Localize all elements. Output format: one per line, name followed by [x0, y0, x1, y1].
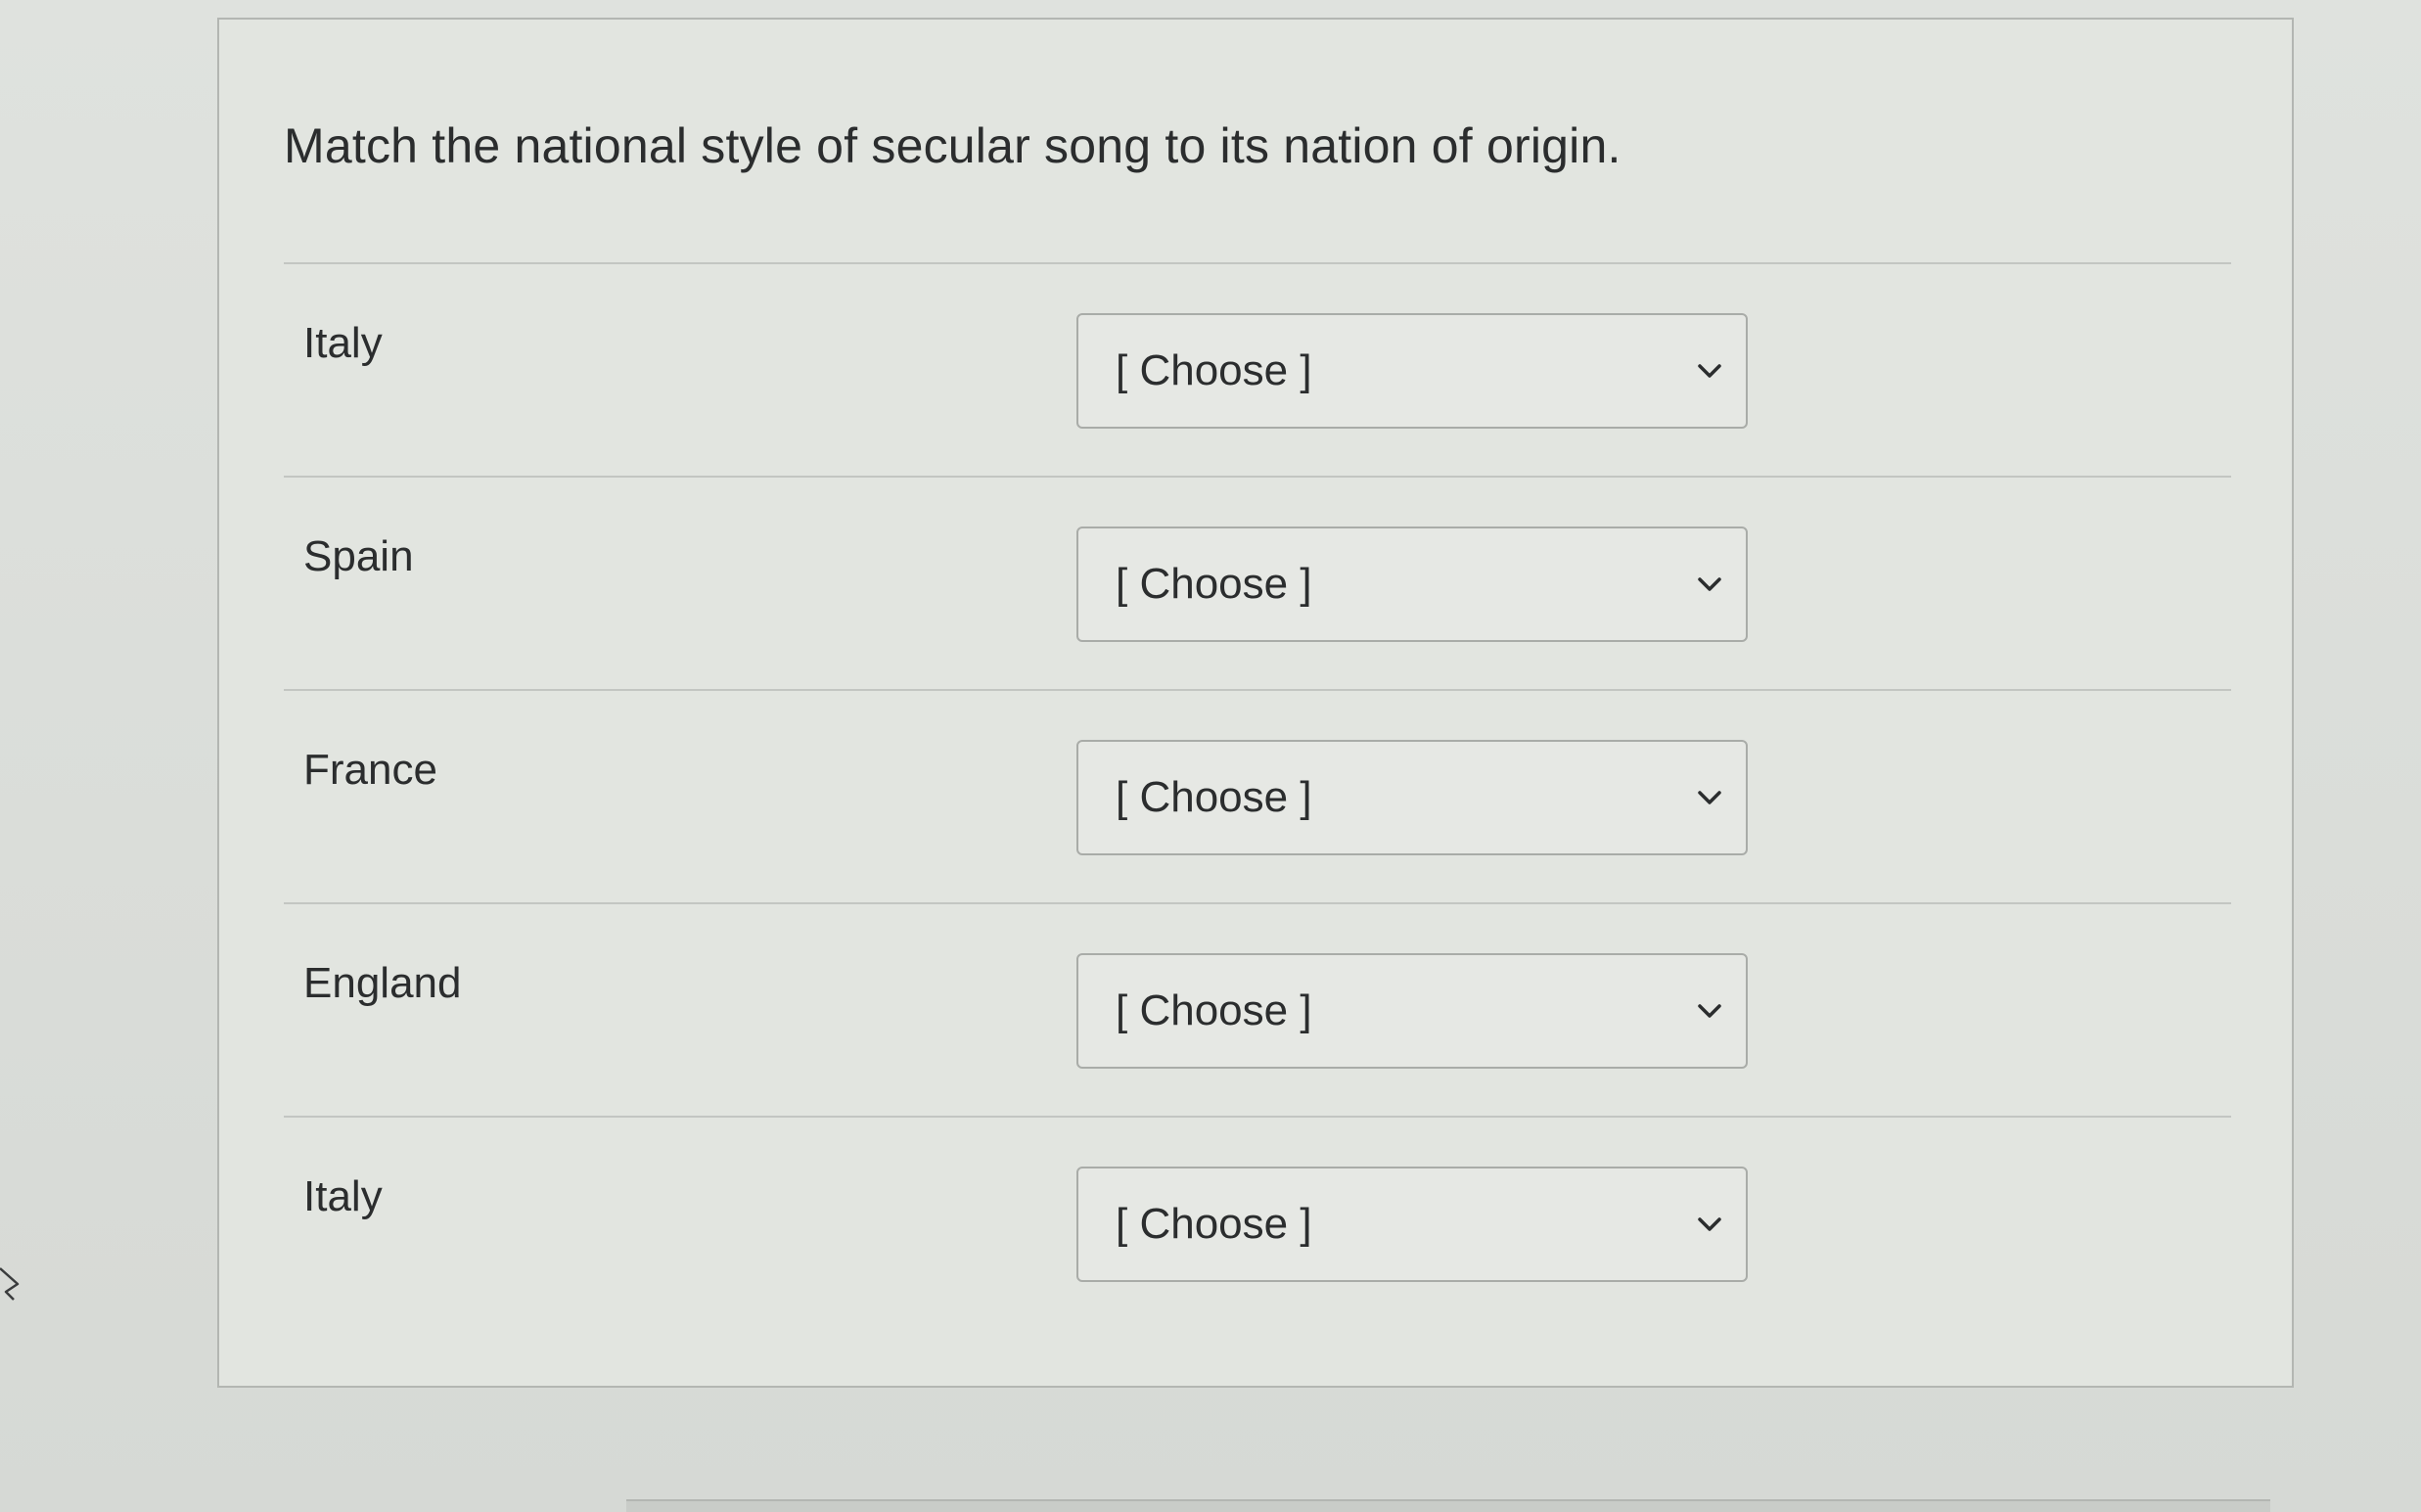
- match-row: France [ Choose ]: [284, 691, 2231, 904]
- chevron-down-icon: [1698, 1217, 1721, 1231]
- chevron-down-icon: [1698, 364, 1721, 378]
- chevron-down-icon: [1698, 577, 1721, 591]
- match-row-label: Italy: [303, 1172, 383, 1220]
- matching-question-card: Match the national style of secular song…: [217, 18, 2294, 1388]
- page: Match the national style of secular song…: [0, 0, 2421, 1512]
- answer-select[interactable]: [ Choose ]: [1076, 1167, 1748, 1282]
- answer-select-value: [ Choose ]: [1116, 346, 1312, 394]
- question-text: Match the national style of secular song…: [284, 118, 1622, 173]
- answer-select-value: [ Choose ]: [1116, 773, 1312, 821]
- chevron-down-icon: [1698, 1004, 1721, 1018]
- answer-select-value: [ Choose ]: [1116, 560, 1312, 608]
- match-row: England [ Choose ]: [284, 904, 2231, 1118]
- answer-select[interactable]: [ Choose ]: [1076, 527, 1748, 642]
- answer-select[interactable]: [ Choose ]: [1076, 313, 1748, 429]
- answer-select[interactable]: [ Choose ]: [1076, 953, 1748, 1069]
- match-row-label: France: [303, 746, 437, 794]
- match-row: Italy [ Choose ]: [284, 1118, 2231, 1331]
- answer-select[interactable]: [ Choose ]: [1076, 740, 1748, 855]
- answer-select-value: [ Choose ]: [1116, 986, 1312, 1034]
- match-row-label: Spain: [303, 532, 414, 580]
- match-row-label: Italy: [303, 319, 383, 367]
- chevron-down-icon: [1698, 791, 1721, 804]
- match-row-label: England: [303, 959, 462, 1007]
- match-row: Spain [ Choose ]: [284, 478, 2231, 691]
- answer-select-value: [ Choose ]: [1116, 1200, 1312, 1248]
- mouse-cursor-icon: [0, 1267, 20, 1301]
- match-row: Italy [ Choose ]: [284, 264, 2231, 478]
- next-panel-edge: [626, 1499, 2270, 1512]
